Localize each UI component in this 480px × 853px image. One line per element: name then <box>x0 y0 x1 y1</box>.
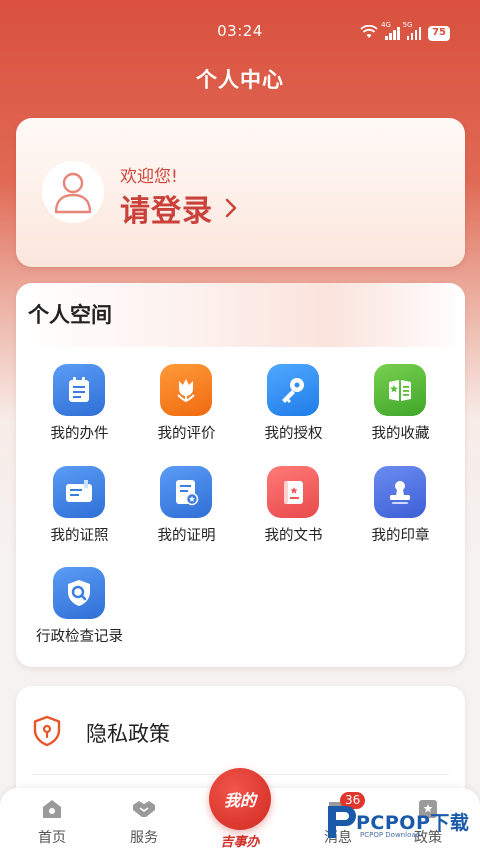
tab-mine-button[interactable]: 我的 <box>209 768 271 830</box>
grid-item-my-authorization[interactable]: 我的授权 <box>240 364 347 454</box>
grid-item-inspection-records[interactable]: 行政检查记录 <box>26 567 133 657</box>
key-icon <box>267 364 319 416</box>
grid-item-my-certificates[interactable]: 我的证明 <box>133 466 240 556</box>
watermark: PCPOP下载 PCPOP Download <box>322 800 480 853</box>
section-title: 个人空间 <box>28 303 112 327</box>
document-icon <box>267 466 319 518</box>
clipboard-icon <box>53 364 105 416</box>
grid-item-my-licenses[interactable]: 我的证照 <box>26 466 133 556</box>
tab-home[interactable]: 首页 <box>12 796 92 847</box>
login-card[interactable]: 欢迎您! 请登录 <box>16 118 465 267</box>
battery-indicator: 75 <box>428 26 450 41</box>
grid-item-my-reviews[interactable]: 我的评价 <box>133 364 240 454</box>
page-title: 个人中心 <box>196 68 284 92</box>
handshake-icon <box>131 796 157 822</box>
watermark-logo-icon <box>328 806 356 838</box>
watermark-subtext: PCPOP Download <box>360 831 421 839</box>
tab-label: 服务 <box>130 830 158 846</box>
status-bar: 03:24 4G 5G 75 <box>0 0 480 64</box>
shield-icon <box>30 714 64 752</box>
certificate-icon <box>160 466 212 518</box>
grid-item-my-seals[interactable]: 我的印章 <box>347 466 454 556</box>
tab-mine-label: 吉事办 <box>220 835 260 850</box>
grid-label: 我的收藏 <box>371 426 430 442</box>
avatar[interactable] <box>42 161 104 223</box>
tulip-icon <box>160 364 212 416</box>
home-icon <box>39 796 65 822</box>
shield-search-icon <box>53 567 105 619</box>
grid-item-my-favorites[interactable]: 我的收藏 <box>347 364 454 454</box>
privacy-label: 隐私政策 <box>86 722 170 746</box>
signal-icon: 4G <box>381 21 400 40</box>
tab-services[interactable]: 服务 <box>104 796 184 847</box>
personal-space-card: 个人空间 我的办件 我的评价 我的授权 我的收藏 我的证照 我的证明 我的文书 … <box>16 283 465 667</box>
login-label[interactable]: 请登录 <box>120 186 213 230</box>
grid-item-my-cases[interactable]: 我的办件 <box>26 364 133 454</box>
login-link[interactable]: 请登录 <box>120 186 237 230</box>
user-icon <box>54 172 92 214</box>
stamp-icon <box>374 466 426 518</box>
privacy-policy-item[interactable]: 隐私政策 <box>30 714 170 752</box>
welcome-text: 欢迎您! <box>120 167 178 187</box>
status-icons: 4G 5G 75 <box>360 21 450 43</box>
bookmark-icon <box>374 364 426 416</box>
grid-label: 我的印章 <box>371 528 430 544</box>
wifi-icon <box>360 24 378 43</box>
chevron-right-icon <box>225 198 237 222</box>
grid-label: 行政检查记录 <box>36 629 123 645</box>
tab-label: 首页 <box>38 830 66 846</box>
signal-icon-2: 5G <box>403 21 422 40</box>
grid-item-my-documents[interactable]: 我的文书 <box>240 466 347 556</box>
license-icon <box>53 466 105 518</box>
